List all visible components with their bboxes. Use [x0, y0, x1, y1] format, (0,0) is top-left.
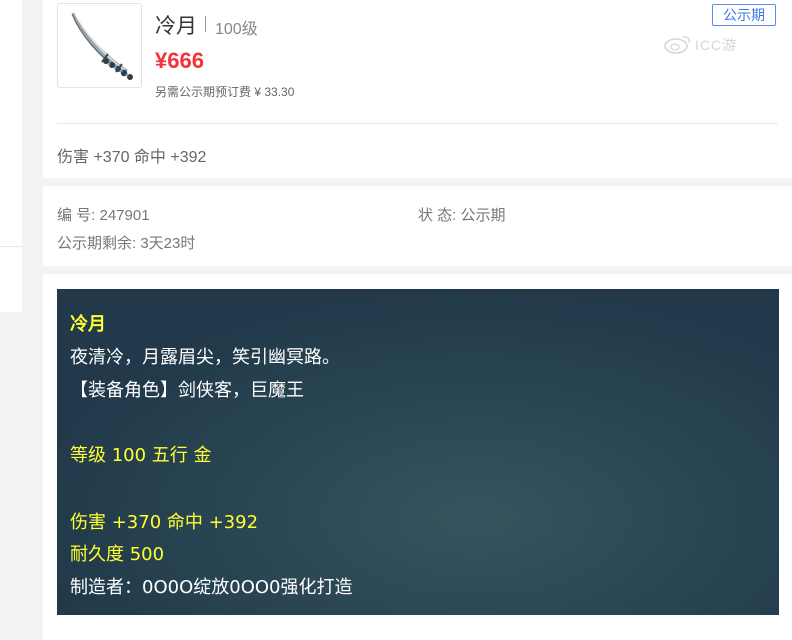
- item-stats: 伤害 +370 命中 +392: [57, 149, 207, 166]
- info-card: [43, 186, 792, 266]
- weibo-logo-icon: [664, 36, 690, 54]
- item-name: 冷月: [155, 15, 197, 38]
- watermark-text: ICC游: [695, 37, 738, 53]
- serial-number: 编 号: 247901: [57, 207, 150, 224]
- watermark: ICC游: [663, 33, 771, 55]
- item-description-panel: 冷月 夜清冷，月露眉尖，笑引幽冥路。 【装备角色】剑侠客，巨魔王 等级 100 …: [57, 289, 779, 615]
- item-price: ¥666: [155, 48, 204, 73]
- item-thumbnail[interactable]: [57, 3, 142, 88]
- remaining-time: 公示期剩余: 3天23时: [57, 235, 196, 252]
- level-separator: [205, 16, 206, 32]
- desc-stats: 伤害 +370 命中 +392: [70, 512, 259, 533]
- desc-maker: 制造者：0O0O绽放0OO0强化打造: [70, 577, 353, 598]
- desc-flavor-text: 夜清冷，月露眉尖，笑引幽冥路。: [70, 347, 340, 368]
- card-divider: [57, 123, 778, 124]
- status-text: 状 态: 公示期: [418, 207, 506, 224]
- left-panel-divider: [0, 246, 22, 247]
- desc-level-element: 等级 100 五行 金: [70, 445, 212, 466]
- status-badge: 公示期: [712, 4, 776, 26]
- left-side-panel: [0, 0, 22, 312]
- desc-durability: 耐久度 500: [70, 544, 165, 565]
- desc-title: 冷月: [70, 314, 106, 335]
- prefee-note: 另需公示期预订费 ¥ 33.30: [155, 85, 295, 99]
- crescent-blade-icon: [71, 11, 133, 80]
- item-level: 100级: [215, 21, 258, 38]
- desc-equip-roles: 【装备角色】剑侠客，巨魔王: [70, 380, 304, 401]
